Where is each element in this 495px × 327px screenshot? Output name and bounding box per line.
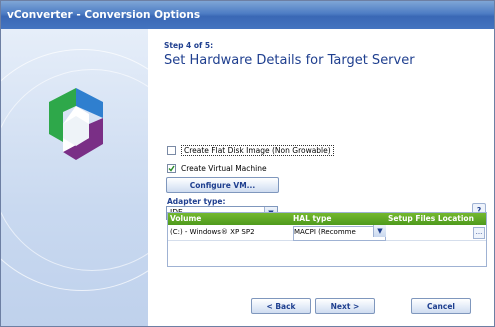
hal-type-select[interactable]: MACPI (Recomme ▼ [293, 225, 386, 241]
volume-table: Volume HAL type Setup Files Location (C:… [167, 212, 487, 267]
column-header-hal-type: HAL type [293, 214, 332, 223]
sidebar-banner [1, 29, 148, 326]
table-header: Volume HAL type Setup Files Location [168, 213, 486, 225]
create-vm-checkbox[interactable] [167, 163, 176, 173]
back-button[interactable]: < Back [251, 298, 311, 314]
step-indicator: Step 4 of 5: [164, 41, 214, 50]
vconverter-logo-icon [49, 88, 103, 160]
flat-disk-label: Create Flat Disk Image (Non Growable) [181, 144, 334, 156]
chevron-down-icon[interactable]: ▼ [373, 225, 386, 237]
flat-disk-option[interactable]: Create Flat Disk Image (Non Growable) [167, 144, 334, 156]
hal-type-cell[interactable]: MACPI (Recomme ▼ [291, 225, 386, 241]
configure-vm-button[interactable]: Configure VM... [166, 177, 279, 193]
flat-disk-checkbox[interactable] [167, 145, 176, 155]
browse-button[interactable]: ... [473, 227, 485, 239]
page-title: Set Hardware Details for Target Server [164, 53, 415, 68]
window-title: vConverter - Conversion Options [1, 1, 494, 29]
column-header-volume: Volume [170, 214, 202, 223]
volume-cell: (C:) - Windows® XP SP2 [170, 228, 255, 236]
wizard-content: Step 4 of 5: Set Hardware Details for Ta… [148, 29, 494, 326]
create-vm-label: Create Virtual Machine [181, 163, 267, 173]
adapter-type-label: Adapter type: [167, 197, 226, 206]
next-button[interactable]: Next > [315, 298, 375, 314]
table-row[interactable]: (C:) - Windows® XP SP2 MACPI (Recomme ▼ … [168, 225, 486, 241]
cancel-button[interactable]: Cancel [411, 298, 471, 314]
wizard-window: vConverter - Conversion Options Step 4 o… [0, 0, 495, 327]
hal-type-value: MACPI (Recomme [294, 228, 356, 236]
checkmark-icon [168, 165, 175, 172]
column-header-setup-files: Setup Files Location [388, 214, 474, 223]
create-vm-option[interactable]: Create Virtual Machine [167, 162, 267, 174]
setup-files-location-cell[interactable]: ... [386, 225, 486, 240]
